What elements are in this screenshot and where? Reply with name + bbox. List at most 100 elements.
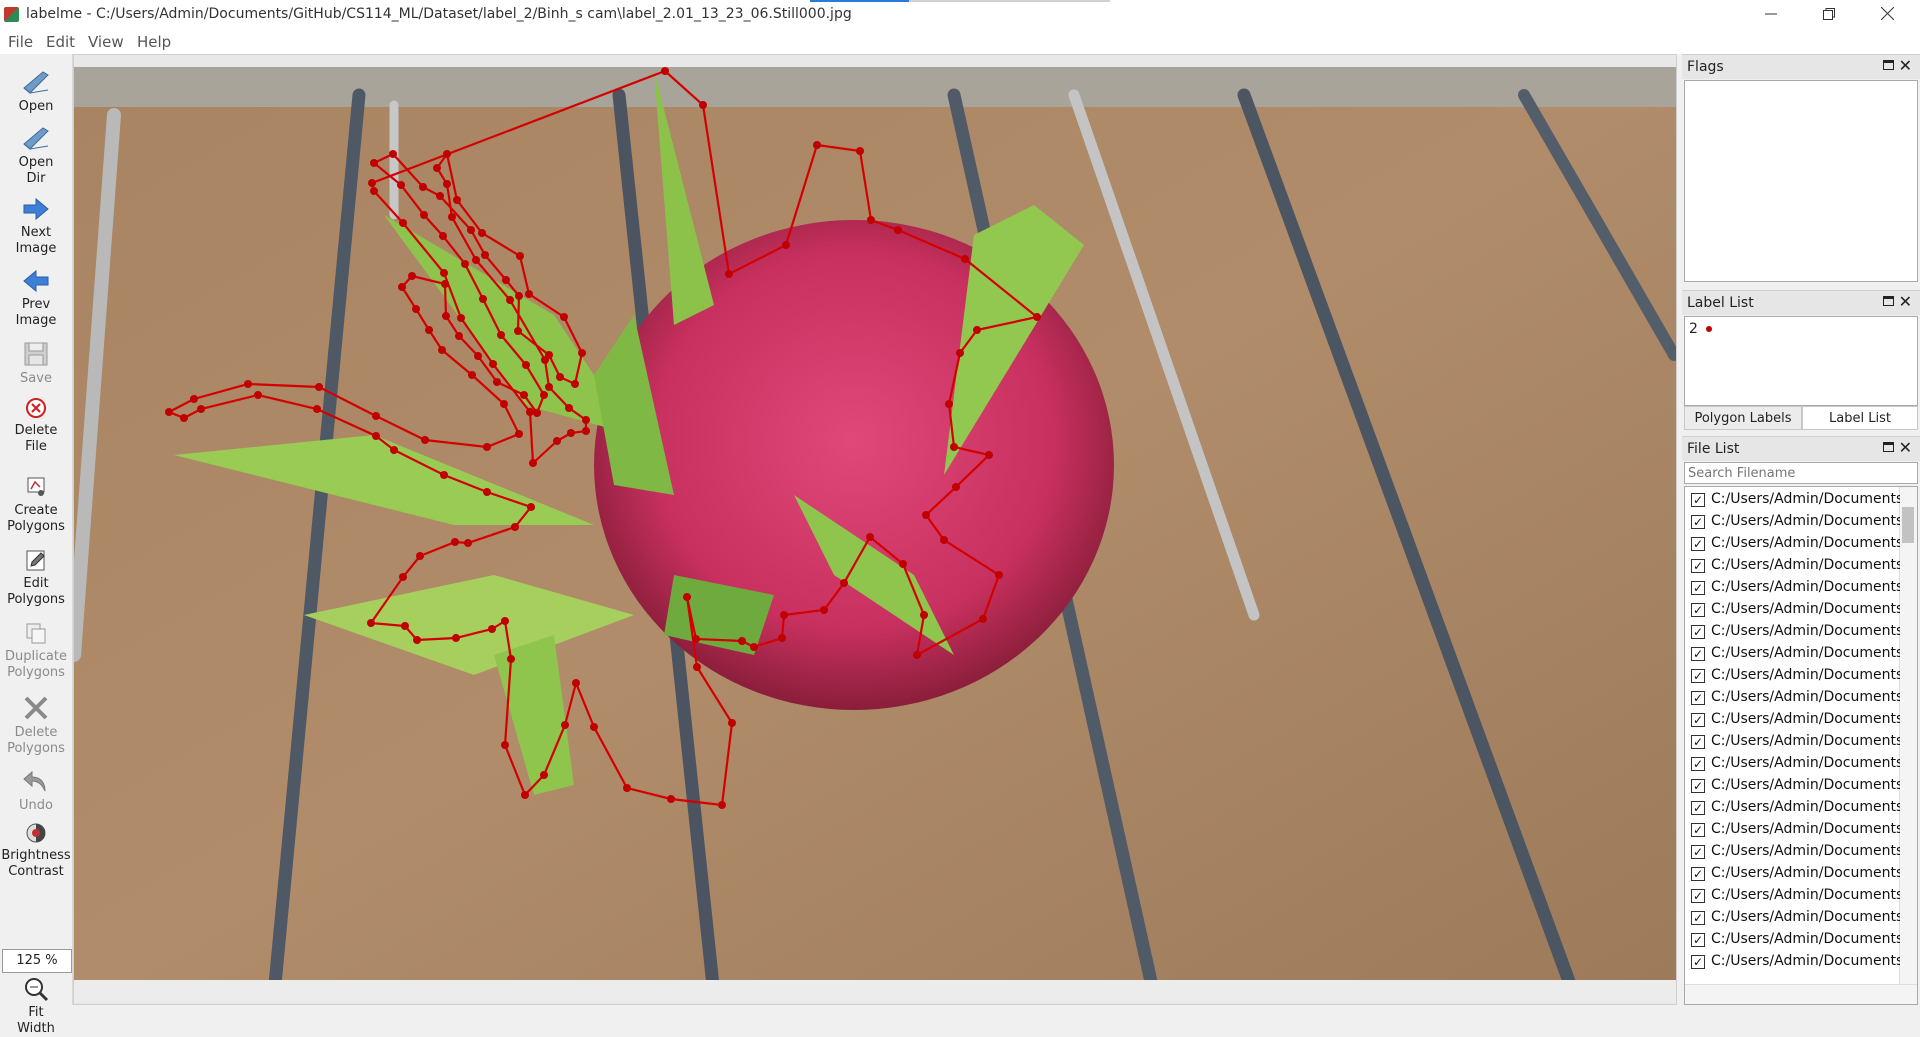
file-list-item[interactable]: ✓ C:/Users/Admin/Documents/	[1685, 709, 1900, 731]
file-list-item[interactable]: ✓ C:/Users/Admin/Documents/	[1685, 511, 1900, 533]
file-list-item[interactable]: ✓ C:/Users/Admin/Documents/	[1685, 841, 1900, 863]
polygon-vertex[interactable]	[180, 414, 188, 422]
polygon-vertex[interactable]	[190, 395, 198, 403]
file-list-item[interactable]: ✓ C:/Users/Admin/Documents/	[1685, 489, 1900, 511]
polygon-vertex[interactable]	[165, 408, 173, 416]
polygon-vertex[interactable]	[370, 187, 378, 195]
file-list-item[interactable]: ✓ C:/Users/Admin/Documents/	[1685, 907, 1900, 929]
polygon-vertex[interactable]	[561, 721, 569, 729]
close-icon[interactable]: ✕	[1899, 56, 1912, 75]
polygon-vertex[interactable]	[582, 427, 590, 435]
polygon-vertex[interactable]	[506, 296, 514, 304]
file-list-vertical-scrollbar[interactable]	[1899, 487, 1917, 984]
polygon-vertex[interactable]	[368, 179, 376, 187]
polygon-vertex[interactable]	[553, 437, 561, 445]
polygon-vertex[interactable]	[952, 483, 960, 491]
polygon-vertex[interactable]	[520, 391, 528, 399]
file-checkbox[interactable]: ✓	[1691, 845, 1705, 859]
polygon-vertex[interactable]	[493, 378, 501, 386]
polygon-vertex[interactable]	[540, 391, 548, 399]
polygon-vertex[interactable]	[820, 606, 828, 614]
polygon-vertex[interactable]	[556, 373, 564, 381]
delete-polygons-button[interactable]: Delete Polygons	[0, 694, 72, 757]
tab-label-list[interactable]: Label List	[1802, 406, 1918, 430]
prev-image-button[interactable]: Prev Image	[0, 268, 72, 329]
polygon-vertex[interactable]	[457, 314, 465, 322]
polygon-vertex[interactable]	[478, 229, 486, 237]
file-list-item[interactable]: ✓ C:/Users/Admin/Documents/	[1685, 819, 1900, 841]
polygon-vertex[interactable]	[315, 383, 323, 391]
file-list-item[interactable]: ✓ C:/Users/Admin/Documents/	[1685, 951, 1900, 973]
polygon-vertex[interactable]	[692, 635, 700, 643]
polygon-vertex[interactable]	[451, 538, 459, 546]
polygon-vertex[interactable]	[525, 290, 533, 298]
polygon-vertex[interactable]	[390, 446, 398, 454]
menu-edit[interactable]: Edit	[46, 33, 75, 51]
tab-polygon-labels[interactable]: Polygon Labels	[1684, 406, 1802, 430]
restore-button[interactable]	[1800, 0, 1858, 30]
polygon-vertex[interactable]	[540, 771, 548, 779]
polygon-vertex[interactable]	[372, 432, 380, 440]
polygon-vertex[interactable]	[856, 147, 864, 155]
polygon-vertex[interactable]	[782, 241, 790, 249]
polygon-vertex[interactable]	[778, 634, 786, 642]
polygon-vertex[interactable]	[813, 141, 821, 149]
polygon-vertex[interactable]	[398, 283, 406, 291]
polygon-vertex[interactable]	[442, 312, 450, 320]
polygon-vertex[interactable]	[500, 400, 508, 408]
polygon-vertex[interactable]	[313, 405, 321, 413]
polygon-vertex[interactable]	[501, 617, 509, 625]
file-list-item[interactable]: ✓ C:/Users/Admin/Documents/	[1685, 577, 1900, 599]
polygon-vertex[interactable]	[197, 405, 205, 413]
file-checkbox[interactable]: ✓	[1691, 823, 1705, 837]
file-checkbox[interactable]: ✓	[1691, 647, 1705, 661]
polygon-vertex[interactable]	[441, 280, 449, 288]
polygon-vertex[interactable]	[780, 611, 788, 619]
file-checkbox[interactable]: ✓	[1691, 515, 1705, 529]
open-dir-button[interactable]: Open Dir	[0, 124, 72, 187]
polygon-vertex[interactable]	[412, 305, 420, 313]
file-checkbox[interactable]: ✓	[1691, 669, 1705, 683]
polygon-vertex[interactable]	[956, 349, 964, 357]
file-checkbox[interactable]: ✓	[1691, 955, 1705, 969]
polygon-vertex[interactable]	[582, 416, 590, 424]
polygon-vertex[interactable]	[420, 211, 428, 219]
polygon-vertex[interactable]	[533, 409, 541, 417]
polygon-vertex[interactable]	[489, 360, 497, 368]
menu-file[interactable]: File	[8, 33, 33, 51]
polygon-vertex[interactable]	[507, 655, 515, 663]
polygon-vertex[interactable]	[464, 539, 472, 547]
polygon-vertex[interactable]	[578, 349, 586, 357]
polygon-vertex[interactable]	[572, 679, 580, 687]
polygon-vertex[interactable]	[455, 332, 463, 340]
polygon-vertex[interactable]	[565, 404, 573, 412]
image-canvas[interactable]	[73, 54, 1677, 1005]
fit-width-button[interactable]: Fit Width	[0, 976, 72, 1037]
file-checkbox[interactable]: ✓	[1691, 625, 1705, 639]
polygon-vertex[interactable]	[973, 326, 981, 334]
polygon-vertex[interactable]	[439, 232, 447, 240]
polygon-vertex[interactable]	[474, 352, 482, 360]
polygon-vertex[interactable]	[1033, 313, 1041, 321]
file-list-item[interactable]: ✓ C:/Users/Admin/Documents/	[1685, 533, 1900, 555]
polygon-vertex[interactable]	[567, 429, 575, 437]
polygon-vertex[interactable]	[571, 380, 579, 388]
polygon-vertex[interactable]	[443, 150, 451, 158]
polygon-vertex[interactable]	[452, 634, 460, 642]
polygon-vertex[interactable]	[840, 579, 848, 587]
next-image-button[interactable]: Next Image	[0, 196, 72, 257]
canvas-horizontal-scrollbar[interactable]	[74, 980, 1676, 1002]
polygon-vertex[interactable]	[416, 552, 424, 560]
polygon-vertex[interactable]	[979, 615, 987, 623]
polygon-vertex[interactable]	[481, 251, 489, 259]
file-checkbox[interactable]: ✓	[1691, 779, 1705, 793]
polygon-vertex[interactable]	[945, 400, 953, 408]
polygon-vertex[interactable]	[497, 331, 505, 339]
polygon-vertex[interactable]	[397, 181, 405, 189]
file-checkbox[interactable]: ✓	[1691, 911, 1705, 925]
file-checkbox[interactable]: ✓	[1691, 493, 1705, 507]
file-list-item[interactable]: ✓ C:/Users/Admin/Documents/	[1685, 753, 1900, 775]
polygon-vertex[interactable]	[443, 180, 451, 188]
file-checkbox[interactable]: ✓	[1691, 933, 1705, 947]
file-list-item[interactable]: ✓ C:/Users/Admin/Documents/	[1685, 797, 1900, 819]
